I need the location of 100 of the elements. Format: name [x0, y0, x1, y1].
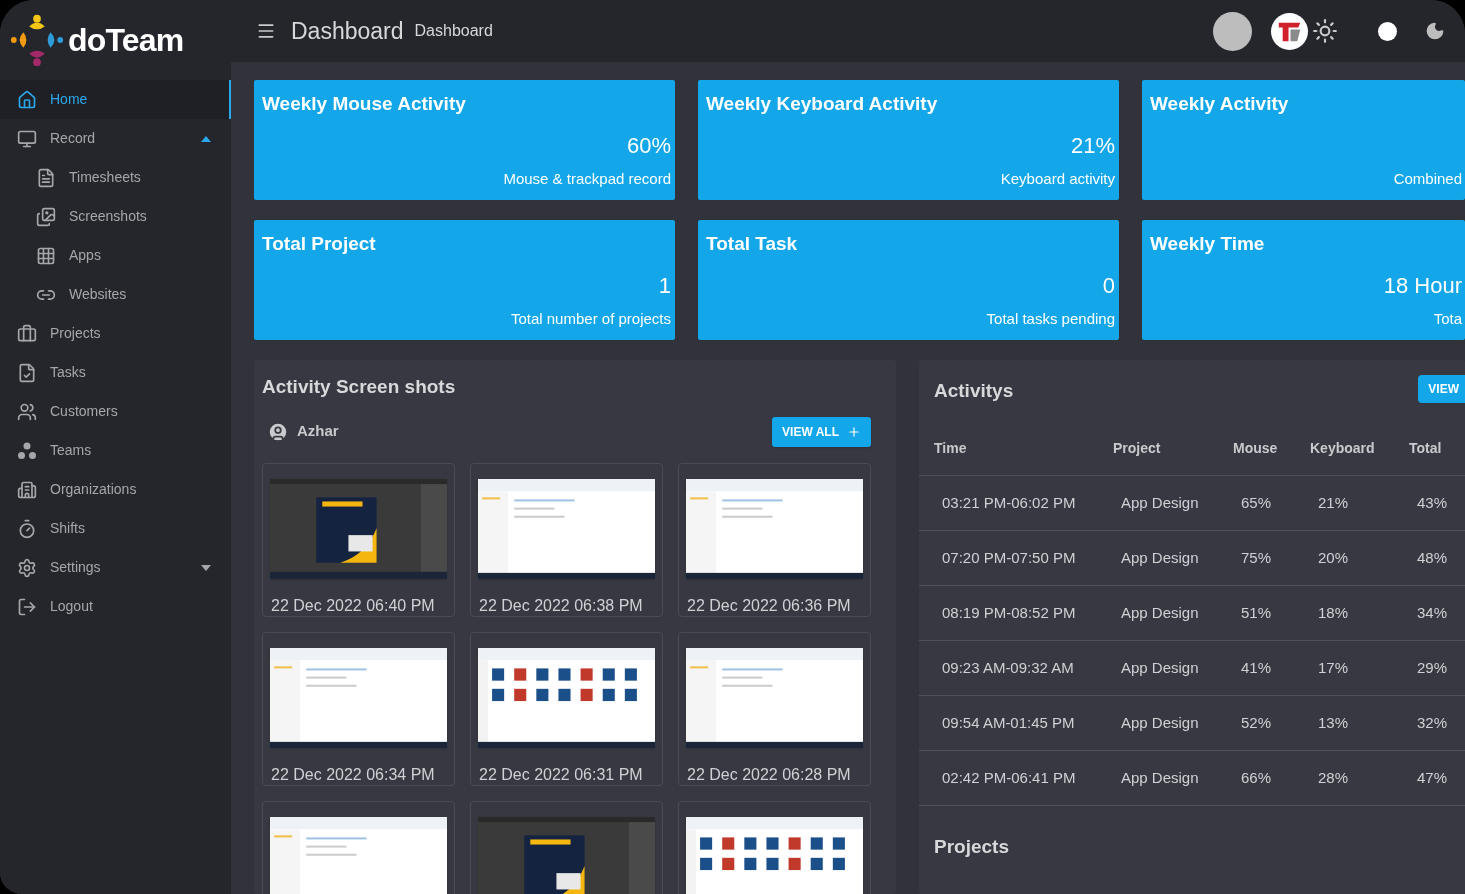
card-title: Total Project — [262, 232, 377, 256]
table-cell-text: 02:42 PM-06:41 PM — [942, 767, 1077, 788]
monitor-icon — [17, 128, 37, 149]
column-header: Time — [934, 438, 968, 458]
screenshot-card[interactable]: 22 Dec 2022 06:31 PM — [470, 631, 663, 786]
user-name: Azhar — [297, 421, 339, 442]
table-cell-text: 75% — [1241, 547, 1273, 568]
sidebar-item[interactable]: Home — [0, 80, 231, 119]
file-check-icon — [17, 362, 37, 383]
column-header: Keyboard — [1310, 438, 1376, 458]
stopwatch-icon — [17, 518, 37, 539]
moon-icon[interactable] — [1425, 21, 1445, 41]
plus-icon — [847, 424, 861, 439]
company-logo-icon[interactable] — [1270, 11, 1309, 51]
column-header: Project — [1113, 438, 1162, 458]
sidebar-item[interactable]: Shifts — [0, 509, 231, 548]
table-cell-text: 13% — [1318, 712, 1350, 733]
settings-icon — [17, 557, 37, 578]
card-value: 0 — [1102, 271, 1115, 300]
screenshot-time: 22 Dec 2022 06:31 PM — [478, 764, 644, 785]
sidebar-item[interactable]: Organizations — [0, 470, 231, 509]
card-title: Weekly Activity — [1150, 92, 1290, 116]
table-cell-text: 52% — [1241, 712, 1273, 733]
sidebar-item[interactable]: Screenshots — [0, 197, 231, 236]
card-caption: Tota — [1433, 308, 1462, 329]
card-caption: Total number of projects — [510, 308, 671, 329]
panel-title: Activitys — [934, 378, 1015, 403]
table-cell-text: 20% — [1318, 547, 1350, 568]
table-cell-text: 09:23 AM-09:32 AM — [942, 657, 1075, 678]
sidebar-item[interactable]: Customers — [0, 392, 231, 431]
sun-icon[interactable] — [1312, 18, 1338, 44]
card-caption: Mouse & trackpad record — [503, 168, 671, 189]
panel-title: Activity Screen shots — [262, 375, 457, 399]
sidebar-item[interactable]: Apps — [0, 236, 231, 275]
table-cell-text: 08:19 PM-08:52 PM — [942, 602, 1077, 623]
table-cell-text: App Design — [1121, 602, 1200, 623]
screenshot-card[interactable]: 22 Dec 2022 06:40 PM — [262, 462, 455, 617]
column-header: Mouse — [1233, 438, 1279, 458]
table-cell-text: 09:54 AM-01:45 PM — [942, 712, 1076, 733]
table-cell-text: App Design — [1121, 767, 1200, 788]
table-cell-text: 34% — [1417, 602, 1449, 623]
logout-icon — [17, 596, 37, 617]
user-icon — [267, 420, 289, 443]
card-value: 60% — [626, 131, 671, 160]
table-cell-text: 28% — [1318, 767, 1350, 788]
screenshot-time: 22 Dec 2022 06:28 PM — [686, 764, 852, 785]
screenshot-time: 22 Dec 2022 06:36 PM — [686, 595, 852, 616]
table-cell-text: 43% — [1417, 492, 1449, 513]
sidebar-item[interactable]: Record — [0, 119, 231, 158]
card-title: Weekly Keyboard Activity — [706, 92, 939, 116]
breadcrumb[interactable]: Dashboard — [414, 19, 493, 43]
table-cell-text: 21% — [1318, 492, 1350, 513]
screenshot-time: 22 Dec 2022 06:34 PM — [270, 764, 436, 785]
screenshot-card[interactable]: 22 Dec 2022 06:38 PM — [470, 462, 663, 617]
people-icon — [17, 401, 37, 422]
card-caption: Keyboard activity — [1000, 168, 1115, 189]
sidebar-item[interactable]: Timesheets — [0, 158, 231, 197]
screenshot-card[interactable]: 22 Dec 2022 06:36 PM — [678, 462, 871, 617]
section-title: Projects — [933, 835, 1010, 859]
card-caption: Total tasks pending — [986, 308, 1115, 329]
caret-icon — [201, 564, 211, 571]
home-icon — [17, 89, 37, 110]
column-header: Total — [1409, 438, 1443, 458]
card-value: 21% — [1070, 131, 1115, 160]
screenshot-card[interactable]: 22 Dec 2022 06:28 PM — [678, 631, 871, 786]
table-cell-text: 51% — [1241, 602, 1273, 623]
screenshot-time: 22 Dec 2022 06:40 PM — [270, 595, 436, 616]
table-cell-text: 47% — [1417, 767, 1449, 788]
sidebar-item[interactable]: Logout — [0, 587, 231, 626]
card-title: Weekly Mouse Activity — [262, 92, 467, 116]
sidebar-item[interactable]: Settings — [0, 548, 231, 587]
caret-icon — [201, 135, 211, 142]
card-value: 18 Hour — [1383, 271, 1462, 300]
brand-name: doTeam — [68, 21, 184, 60]
briefcase-icon — [17, 323, 37, 344]
card-value: 1 — [658, 271, 671, 300]
table-cell-text: 03:21 PM-06:02 PM — [942, 492, 1077, 513]
screenshot-time: 22 Dec 2022 06:38 PM — [478, 595, 644, 616]
card-title: Weekly Time — [1150, 232, 1266, 256]
table-cell-text: App Design — [1121, 547, 1200, 568]
table-cell-text: 07:20 PM-07:50 PM — [942, 547, 1077, 568]
card-title: Total Task — [706, 232, 799, 256]
sidebar-item[interactable]: Projects — [0, 314, 231, 353]
table-cell-text: App Design — [1121, 492, 1200, 513]
table-cell-text: 29% — [1417, 657, 1449, 678]
table-cell-text: 18% — [1318, 602, 1350, 623]
menu-icon[interactable] — [256, 21, 276, 41]
sidebar-item[interactable]: Tasks — [0, 353, 231, 392]
screenshot-card[interactable]: 22 Dec 2022 06:34 PM — [262, 631, 455, 786]
table-cell-text: App Design — [1121, 712, 1200, 733]
toggle-knob[interactable] — [1378, 21, 1397, 41]
table-cell-text: 32% — [1417, 712, 1449, 733]
avatar[interactable] — [1213, 11, 1252, 51]
table-cell-text: 17% — [1318, 657, 1350, 678]
table-cell-text: 65% — [1241, 492, 1273, 513]
table-cell-text: 48% — [1417, 547, 1449, 568]
table-cell-text: 41% — [1241, 657, 1273, 678]
sidebar-item[interactable]: Websites — [0, 275, 231, 314]
document-icon — [36, 167, 56, 188]
sidebar-item[interactable]: Teams — [0, 431, 231, 470]
